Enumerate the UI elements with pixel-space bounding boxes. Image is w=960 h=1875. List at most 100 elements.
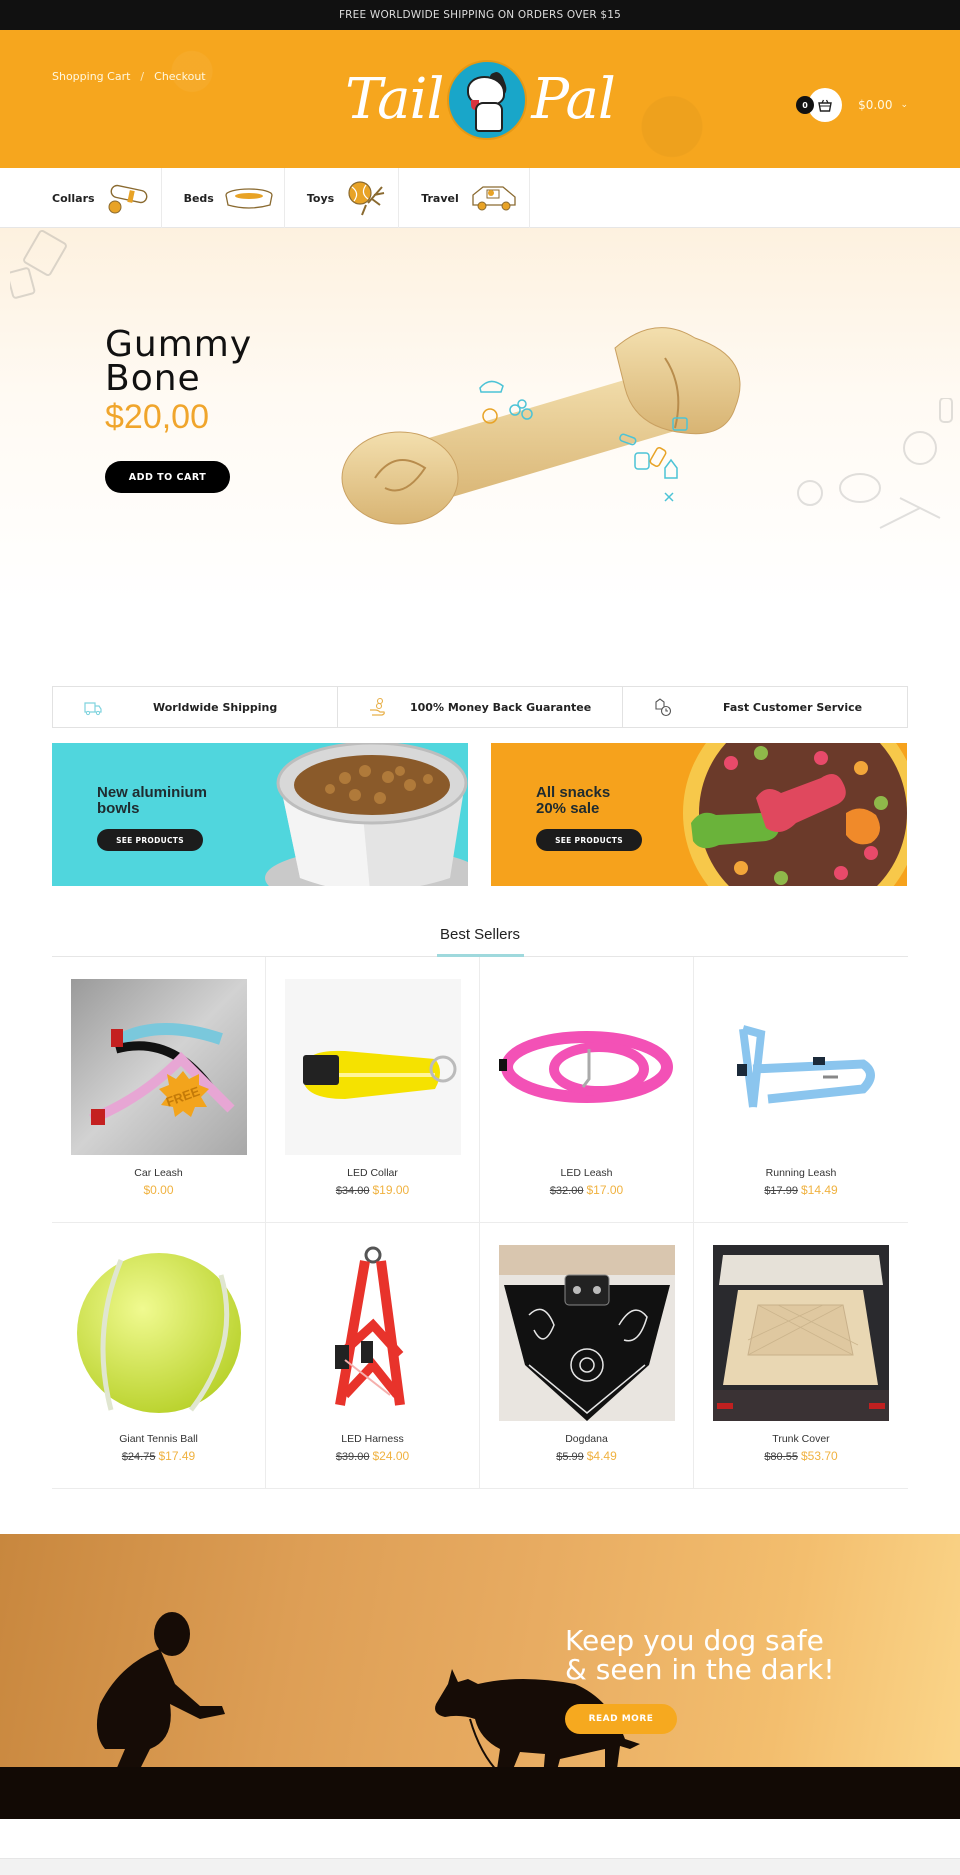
read-more-button[interactable]: READ MORE: [565, 1704, 677, 1734]
current-price: $24.00: [372, 1449, 410, 1463]
chevron-down-icon[interactable]: ⌄: [900, 100, 908, 110]
category-label: Travel: [421, 191, 459, 205]
feature-label: 100% Money Back Guarantee: [410, 700, 592, 714]
page: FREE WORLDWIDE SHIPPING ON ORDERS OVER $…: [0, 0, 960, 1875]
product-card[interactable]: LED Leash $32.00 $17.00: [480, 957, 694, 1223]
product-price: $17.99 $14.49: [694, 1183, 908, 1197]
feature-service: Fast Customer Service: [623, 687, 907, 727]
product-image[interactable]: [71, 1245, 247, 1421]
promo-title: All snacks 20% sale: [536, 785, 610, 817]
product-price: $0.00: [52, 1183, 265, 1197]
product-card[interactable]: LED Collar $34.00 $19.00: [266, 957, 480, 1223]
product-card[interactable]: FREE Car Leash $0.00: [52, 957, 266, 1223]
car-icon: [472, 186, 516, 211]
cart-count-badge: 0: [796, 96, 815, 114]
category-nav: Collars Beds Toys Travel: [0, 168, 960, 228]
product-name[interactable]: Trunk Cover: [694, 1433, 908, 1445]
product-price: $24.75 $17.49: [52, 1449, 265, 1463]
product-card[interactable]: LED Harness $39.00 $24.00: [266, 1223, 480, 1489]
product-name[interactable]: Giant Tennis Ball: [52, 1433, 265, 1445]
shopping-cart-link[interactable]: Shopping Cart: [52, 70, 130, 83]
bowl-image: [265, 743, 468, 886]
product-image[interactable]: [499, 1245, 675, 1421]
ball-toy-icon: [348, 181, 385, 216]
product-image[interactable]: [499, 979, 675, 1155]
money-hand-icon: [370, 697, 385, 716]
category-label: Toys: [306, 191, 335, 205]
product-name[interactable]: Dogdana: [480, 1433, 693, 1445]
product-card[interactable]: Dogdana $5.99 $4.49: [480, 1223, 694, 1489]
product-image[interactable]: [713, 979, 889, 1155]
site-logo[interactable]: Tail Pal: [345, 60, 616, 140]
see-products-button[interactable]: SEE PRODUCTS: [97, 829, 203, 851]
promo-banner-snacks[interactable]: All snacks 20% sale SEE PRODUCTS: [491, 743, 907, 886]
promo-title: New aluminium bowls: [97, 785, 207, 817]
product-name[interactable]: LED Harness: [266, 1433, 479, 1445]
dog-logo-icon: [447, 60, 528, 140]
product-name[interactable]: LED Collar: [266, 1167, 479, 1179]
header-links: Shopping Cart / Checkout: [52, 70, 206, 83]
product-card[interactable]: Trunk Cover $80.55 $53.70: [694, 1223, 908, 1489]
product-image[interactable]: [285, 1245, 461, 1421]
original-price: $34.00: [335, 1185, 370, 1197]
promo-title-line: 20% sale: [536, 800, 600, 817]
current-price: $17.00: [586, 1183, 624, 1197]
feature-label: Worldwide Shipping: [153, 700, 278, 714]
ground-silhouette: [0, 1767, 960, 1819]
original-price: $32.00: [549, 1185, 584, 1197]
product-price: $5.99 $4.49: [480, 1449, 693, 1463]
current-price: $14.49: [800, 1183, 838, 1197]
current-price: $17.49: [158, 1449, 196, 1463]
original-price: $17.99: [764, 1185, 798, 1197]
add-to-cart-button[interactable]: ADD TO CART: [105, 461, 230, 493]
product-name[interactable]: Car Leash: [52, 1167, 265, 1179]
site-header: Shopping Cart / Checkout Tail Pal 0 $0.0…: [0, 30, 960, 168]
feature-label: Fast Customer Service: [723, 700, 863, 714]
current-price: $0.00: [143, 1183, 174, 1197]
hero-slider: Gummy Bone $20,00 ADD TO CART: [0, 228, 960, 648]
product-name[interactable]: LED Leash: [480, 1167, 693, 1179]
logo-word-tail: Tail: [345, 67, 444, 132]
footer-strip: [0, 1858, 960, 1875]
category-collars[interactable]: Collars: [52, 168, 162, 228]
hero-title: Gummy Bone: [105, 324, 253, 399]
current-price: $53.70: [800, 1449, 838, 1463]
product-price: $34.00 $19.00: [266, 1183, 479, 1197]
product-card[interactable]: Giant Tennis Ball $24.75 $17.49: [52, 1223, 266, 1489]
original-price: $5.99: [556, 1451, 584, 1463]
promo-banner-night-safety: Keep you dog safe & seen in the dark! RE…: [0, 1534, 960, 1819]
product-card[interactable]: Running Leash $17.99 $14.49: [694, 957, 908, 1223]
promo-title-line: New aluminium: [97, 784, 208, 801]
collar-icon: [108, 184, 148, 214]
product-name[interactable]: Running Leash: [694, 1167, 908, 1179]
hero-title-line: Gummy: [105, 324, 253, 365]
product-price: $80.55 $53.70: [694, 1449, 908, 1463]
gummy-bone-image: [341, 327, 741, 525]
product-image[interactable]: [713, 1245, 889, 1421]
announcement-text: FREE WORLDWIDE SHIPPING ON ORDERS OVER $…: [338, 9, 622, 21]
product-image[interactable]: FREE: [71, 979, 247, 1155]
banner-title-line: Keep you dog safe: [565, 1624, 824, 1657]
truck-icon: [84, 702, 102, 716]
category-toys[interactable]: Toys: [285, 168, 400, 228]
clock-box-icon: [655, 698, 672, 717]
features-bar: Worldwide Shipping 100% Money Back Guara…: [52, 686, 908, 728]
bed-icon: [225, 188, 273, 209]
current-price: $4.49: [586, 1449, 617, 1463]
promo-banner-bowls[interactable]: New aluminium bowls SEE PRODUCTS: [52, 743, 468, 886]
hero-title-line: Bone: [105, 358, 201, 399]
feature-shipping: Worldwide Shipping: [53, 687, 338, 727]
snacks-bowl-image: [683, 743, 907, 886]
logo-word-pal: Pal: [531, 67, 615, 132]
basket-icon: [818, 99, 832, 112]
product-image[interactable]: [285, 979, 461, 1155]
cart-widget[interactable]: 0 $0.00 ⌄: [796, 88, 908, 122]
best-sellers-title: Best Sellers: [439, 926, 521, 943]
checkout-link[interactable]: Checkout: [154, 70, 205, 83]
category-label: Collars: [52, 191, 95, 205]
announcement-bar: FREE WORLDWIDE SHIPPING ON ORDERS OVER $…: [0, 0, 960, 30]
category-beds[interactable]: Beds: [162, 168, 285, 228]
product-price: $39.00 $24.00: [266, 1449, 479, 1463]
category-travel[interactable]: Travel: [399, 168, 530, 228]
see-products-button[interactable]: SEE PRODUCTS: [536, 829, 642, 851]
